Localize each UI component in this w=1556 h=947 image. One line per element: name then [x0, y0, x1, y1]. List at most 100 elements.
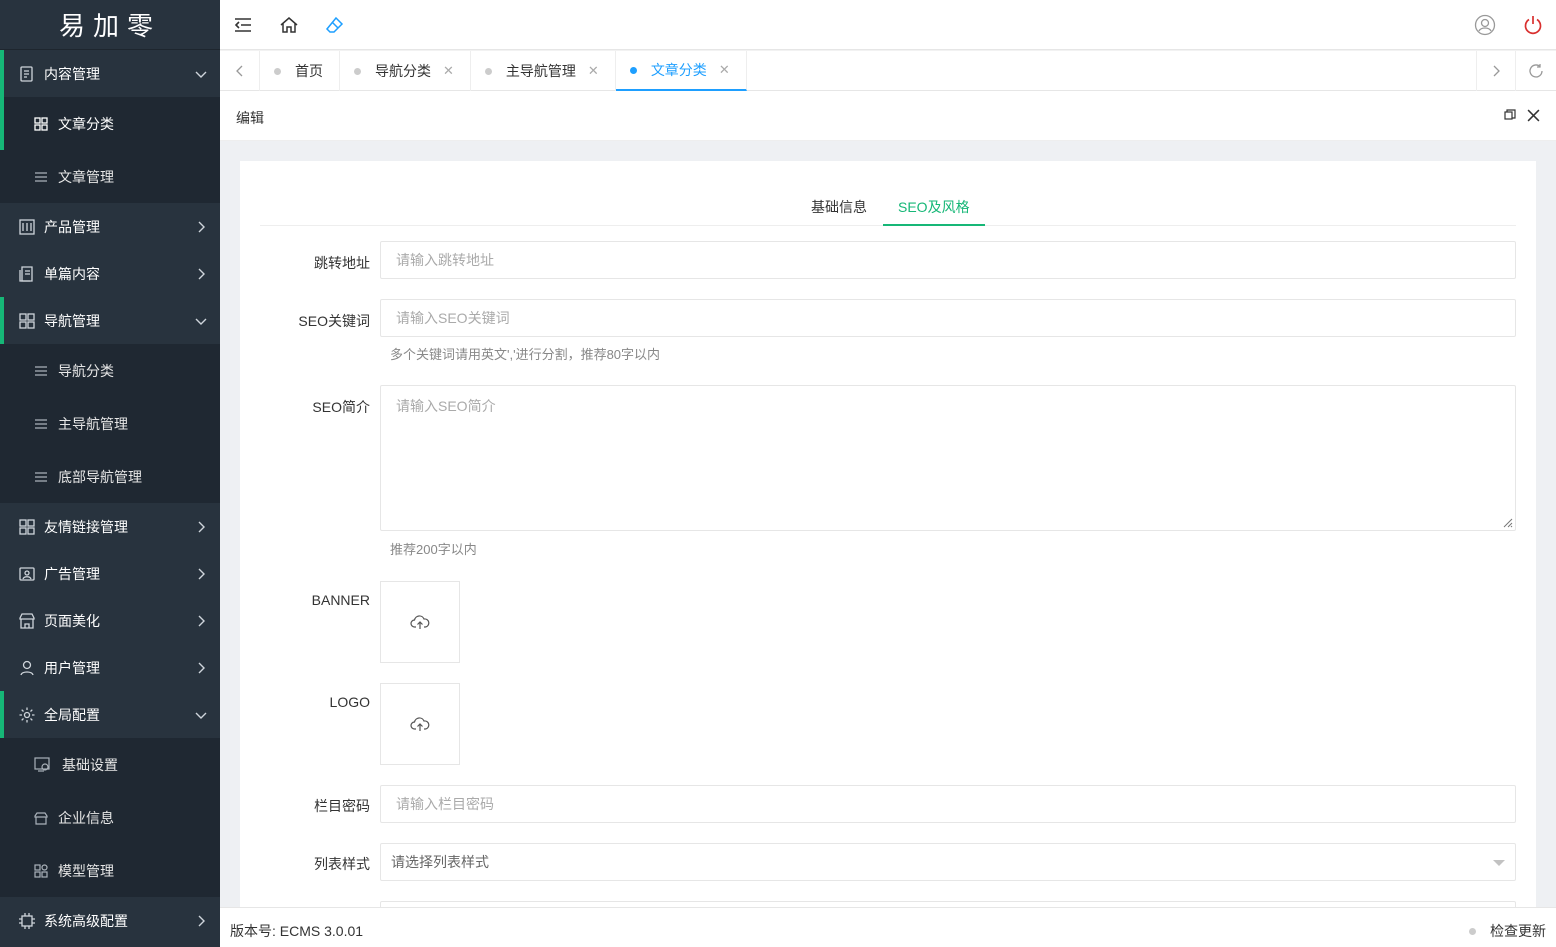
- sidebar-item-label: 模型管理: [58, 862, 114, 879]
- chevron-right-icon: [194, 661, 208, 675]
- home-icon[interactable]: [278, 14, 300, 36]
- sidebar-item-label: 主导航管理: [58, 415, 128, 432]
- sidebar-item-nav-category[interactable]: 导航分类: [0, 344, 220, 397]
- tab-basic-info[interactable]: 基础信息: [796, 191, 882, 226]
- tab-scroll-right-icon[interactable]: [1476, 51, 1516, 91]
- sidebar-menu: 内容管理 文章分类 文章管理 产品管理 单篇内容 导航管理 导航分类 主导航管理…: [0, 50, 220, 944]
- eraser-icon[interactable]: [324, 14, 346, 36]
- sidebar-item-label: 单篇内容: [44, 265, 100, 282]
- seo-keywords-label: SEO关键词: [298, 313, 370, 329]
- top-header: [220, 0, 1556, 50]
- edit-panel-header: 编辑: [220, 91, 1556, 141]
- list-style-value: 请选择列表样式: [391, 854, 489, 870]
- sidebar: 易加零 内容管理 文章分类 文章管理 产品管理 单篇内容 导航管理 导航分类 主…: [0, 0, 220, 947]
- list-icon: [34, 417, 48, 431]
- sidebar-item-product[interactable]: 产品管理: [0, 203, 220, 250]
- sidebar-item-ads[interactable]: 广告管理: [0, 550, 220, 597]
- sidebar-item-model-manage[interactable]: 模型管理: [0, 844, 220, 897]
- list-style-select[interactable]: 请选择列表样式: [380, 843, 1516, 881]
- chevron-down-icon: [194, 67, 208, 81]
- sidebar-item-single-page[interactable]: 单篇内容: [0, 250, 220, 297]
- banner-upload[interactable]: [380, 581, 460, 663]
- tab-home[interactable]: 首页: [260, 51, 340, 91]
- gear-icon: [18, 706, 36, 724]
- content-icon: [18, 65, 36, 83]
- seo-desc-textarea[interactable]: 请输入SEO简介: [380, 385, 1516, 531]
- image-icon: [18, 565, 36, 583]
- sidebar-item-label: 导航分类: [58, 362, 114, 379]
- list-icon: [34, 364, 48, 378]
- avatar-icon[interactable]: [1474, 14, 1496, 36]
- logo-upload[interactable]: [380, 683, 460, 765]
- sidebar-item-footer-nav[interactable]: 底部导航管理: [0, 450, 220, 503]
- seo-keywords-hint: 多个关键词请用英文','进行分割，推荐80字以内: [390, 347, 661, 362]
- list-style-label: 列表样式: [314, 856, 370, 872]
- chevron-down-icon: [194, 708, 208, 722]
- seo-desc-label: SEO简介: [312, 399, 370, 415]
- sidebar-item-label: 文章分类: [58, 115, 114, 132]
- sidebar-item-company-info[interactable]: 企业信息: [0, 791, 220, 844]
- sidebar-item-article-category[interactable]: 文章分类: [0, 97, 220, 150]
- tab-dot: [484, 67, 492, 75]
- list-icon: [34, 470, 48, 484]
- store-icon: [18, 612, 36, 630]
- tab-scroll-left-icon[interactable]: [220, 51, 260, 91]
- sidebar-item-beautify[interactable]: 页面美化: [0, 597, 220, 644]
- menu-collapse-icon[interactable]: [232, 14, 254, 36]
- check-update-label: 检查更新: [1490, 923, 1546, 939]
- chevron-right-icon: [194, 614, 208, 628]
- jump-url-input[interactable]: 请输入跳转地址: [380, 241, 1516, 279]
- sidebar-item-label: 页面美化: [44, 612, 100, 629]
- tab-dot: [629, 66, 637, 74]
- panel-title: 编辑: [236, 110, 264, 126]
- tab-article-category[interactable]: 文章分类 ✕: [615, 51, 747, 91]
- check-update-link[interactable]: 检查更新: [1469, 921, 1546, 941]
- caret-down-icon: [1493, 860, 1505, 866]
- page-tabs: 首页 导航分类 ✕ 主导航管理 ✕ 文章分类 ✕: [220, 51, 1556, 91]
- app-logo[interactable]: 易加零: [0, 0, 220, 50]
- cloud-upload-icon: [410, 716, 430, 732]
- sidebar-item-main-nav[interactable]: 主导航管理: [0, 397, 220, 450]
- sidebar-item-navigation[interactable]: 导航管理: [0, 297, 220, 344]
- seo-desc-placeholder: 请输入SEO简介: [396, 398, 496, 414]
- settings-screen-icon: [34, 756, 52, 773]
- sidebar-item-global-config[interactable]: 全局配置: [0, 691, 220, 738]
- tab-label: 主导航管理: [505, 63, 576, 79]
- password-label: 栏目密码: [314, 798, 370, 814]
- close-icon[interactable]: ✕: [443, 63, 454, 79]
- tab-dot: [274, 67, 281, 75]
- tab-nav-category[interactable]: 导航分类 ✕: [340, 51, 471, 91]
- grid-icon: [34, 116, 48, 131]
- chevron-right-icon: [194, 914, 208, 928]
- refresh-icon[interactable]: [1516, 51, 1556, 91]
- tab-main-nav[interactable]: 主导航管理 ✕: [471, 51, 616, 91]
- sidebar-item-label: 基础设置: [62, 756, 118, 773]
- maximize-icon[interactable]: [1504, 109, 1516, 121]
- resize-handle-icon[interactable]: [1501, 516, 1513, 528]
- close-icon[interactable]: [1527, 109, 1540, 122]
- sidebar-item-content[interactable]: 内容管理: [0, 50, 220, 97]
- chevron-right-icon: [194, 520, 208, 534]
- sidebar-item-label: 产品管理: [44, 218, 100, 235]
- chevron-right-icon: [194, 567, 208, 581]
- sidebar-item-article-manage[interactable]: 文章管理: [0, 150, 220, 203]
- tab-seo-style[interactable]: SEO及风格: [883, 191, 985, 226]
- tab-label: 文章分类: [650, 62, 707, 78]
- sidebar-item-label: 内容管理: [44, 65, 100, 82]
- close-icon[interactable]: ✕: [588, 63, 599, 79]
- close-icon[interactable]: ✕: [719, 62, 730, 78]
- power-icon[interactable]: [1522, 14, 1544, 36]
- sidebar-item-links[interactable]: 友情链接管理: [0, 503, 220, 550]
- grid-icon: [18, 518, 36, 536]
- user-icon: [18, 659, 36, 677]
- chevron-down-icon: [194, 314, 208, 328]
- cloud-upload-icon: [410, 614, 430, 630]
- sidebar-item-users[interactable]: 用户管理: [0, 644, 220, 691]
- seo-keywords-input[interactable]: 请输入SEO关键词: [380, 299, 1516, 337]
- sidebar-item-label: 企业信息: [58, 809, 114, 826]
- password-input[interactable]: 请输入栏目密码: [380, 785, 1516, 823]
- page-icon: [18, 265, 36, 283]
- sidebar-item-advanced[interactable]: 系统高级配置: [0, 897, 220, 944]
- blocks-icon: [34, 863, 48, 878]
- sidebar-item-basic-settings[interactable]: 基础设置: [0, 738, 220, 791]
